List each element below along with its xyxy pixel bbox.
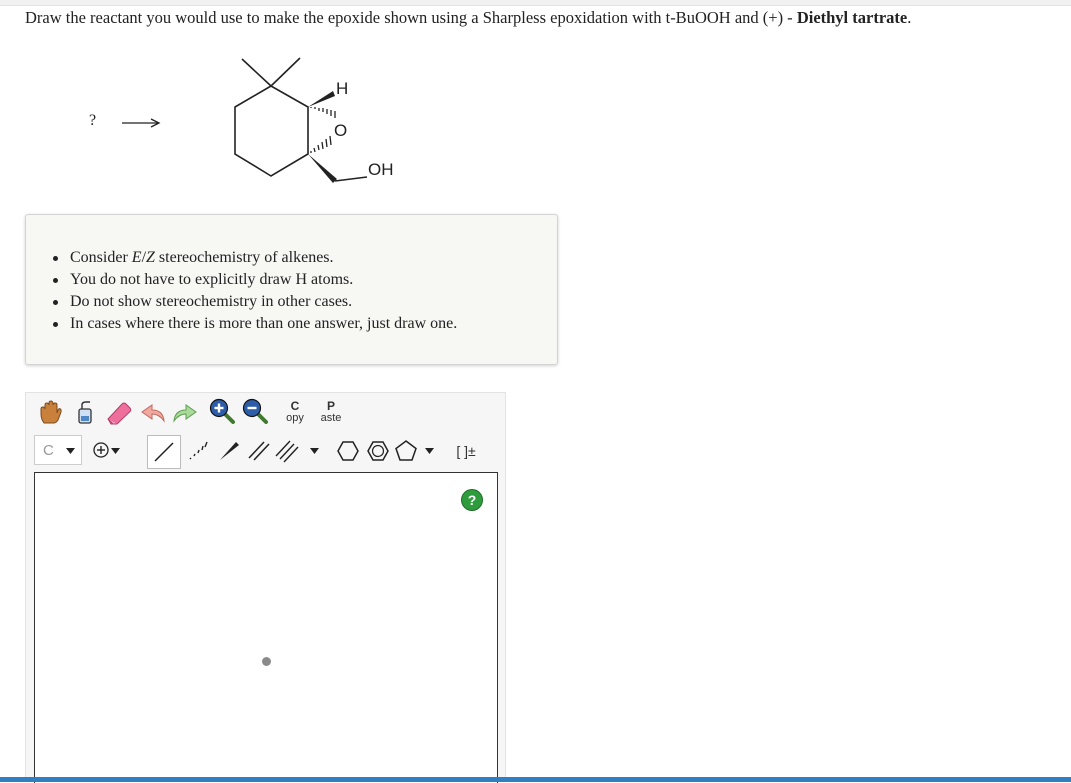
eraser-tool-button[interactable] xyxy=(104,398,134,426)
top-border xyxy=(0,0,1071,6)
hashed-bond-icon xyxy=(189,441,208,460)
chevron-down-icon xyxy=(310,448,319,454)
chevron-down-icon xyxy=(111,448,120,454)
element-selector[interactable]: C xyxy=(34,435,82,465)
charge-plus-icon xyxy=(93,442,109,458)
bracket-tool-button[interactable]: [ ]± xyxy=(448,437,484,465)
reaction-arrow-icon xyxy=(122,118,161,128)
hint-item: You do not have to explicitly draw H ato… xyxy=(52,269,457,291)
hints-list: Consider E/Z stereochemistry of alkenes.… xyxy=(52,247,457,335)
wedge-bond-icon xyxy=(220,442,239,460)
bottom-bar xyxy=(0,777,1071,782)
redo-icon xyxy=(173,404,197,423)
unknown-reactant-mark: ? xyxy=(89,112,97,129)
hint-item: In cases where there is more than one an… xyxy=(52,313,457,335)
molecule-editor: C opy P aste C []± ? xyxy=(25,392,506,783)
paste-small-text: aste xyxy=(320,412,342,424)
benzene-button[interactable] xyxy=(364,437,392,465)
question-text: Draw the reactant you would use to make … xyxy=(25,8,911,28)
paste-big-letter: P xyxy=(326,399,335,413)
hashed-bond-button[interactable] xyxy=(184,437,212,465)
cyclopentane-icon xyxy=(395,440,417,461)
bracket-label: [ ]± xyxy=(456,443,476,459)
cyclohexane-button[interactable] xyxy=(334,437,362,465)
epoxide-oxygen-label: O xyxy=(334,121,347,140)
paste-button[interactable]: P aste xyxy=(316,400,346,428)
zoom-out-button[interactable] xyxy=(241,397,269,425)
single-bond-button[interactable] xyxy=(147,435,181,469)
cyclopentane-button[interactable] xyxy=(394,437,440,465)
hint-item: Do not show stereochemistry in other cas… xyxy=(52,291,457,313)
triple-bond-button[interactable] xyxy=(275,437,321,465)
help-button[interactable]: ? xyxy=(461,489,483,511)
question-bold: Diethyl tartrate xyxy=(796,8,908,27)
redo-button[interactable] xyxy=(171,398,199,426)
zoom-in-button[interactable] xyxy=(208,397,236,425)
question-suffix: . xyxy=(907,8,912,27)
zoom-in-icon xyxy=(209,398,235,424)
epoxide-structure: H O OH xyxy=(234,57,394,183)
hand-icon xyxy=(40,400,62,424)
eraser-bottle-icon xyxy=(78,401,92,424)
copy-big-letter: C xyxy=(290,399,300,413)
clear-tool-button[interactable] xyxy=(70,398,98,426)
cyclohexane-icon xyxy=(337,441,359,461)
hydroxyl-group-label: OH xyxy=(368,160,394,179)
undo-button[interactable] xyxy=(139,398,167,426)
drawing-canvas[interactable]: ? xyxy=(34,472,498,783)
question-prefix: Draw the reactant you would use to make … xyxy=(25,8,797,27)
single-bond-icon xyxy=(154,442,174,462)
hint-item: Consider E/Z stereochemistry of alkenes. xyxy=(52,247,457,269)
eraser-icon xyxy=(107,402,132,425)
chevron-down-icon xyxy=(425,448,434,454)
undo-icon xyxy=(141,404,165,423)
copy-small-text: opy xyxy=(286,412,304,424)
canvas-center-dot xyxy=(262,657,271,666)
hand-tool-button[interactable] xyxy=(36,398,64,426)
hydrogen-atom-label: H xyxy=(336,79,348,98)
selected-element: C xyxy=(43,441,54,459)
charge-tool-button[interactable] xyxy=(92,437,122,463)
wedge-bond-button[interactable] xyxy=(215,437,243,465)
hints-box: Consider E/Z stereochemistry of alkenes.… xyxy=(25,214,558,365)
copy-button[interactable]: C opy xyxy=(282,400,308,428)
double-bond-icon xyxy=(248,441,270,461)
triple-bond-icon xyxy=(275,440,299,463)
benzene-icon xyxy=(367,441,389,461)
double-bond-button[interactable] xyxy=(245,437,273,465)
chevron-down-icon xyxy=(66,448,75,454)
zoom-out-icon xyxy=(242,398,268,424)
